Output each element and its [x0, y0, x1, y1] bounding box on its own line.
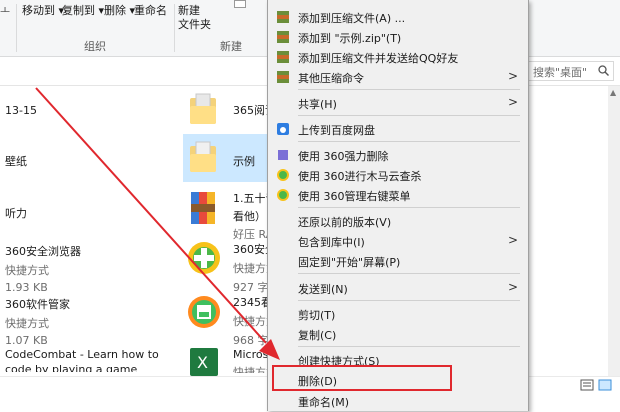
copy-to-button[interactable]: 复制到 ▾ — [62, 4, 104, 18]
menu-item-pin-start[interactable]: 固定到"开始"屏幕(P) — [268, 250, 528, 272]
menu-separator — [298, 300, 520, 301]
menu-item-copy[interactable]: 复制(C) — [268, 323, 528, 345]
menu-item-360-scan[interactable]: 使用 360进行木马云查杀 — [268, 164, 528, 186]
details-view-icon[interactable] — [580, 379, 594, 391]
context-menu: 添加到压缩文件(A) ... 添加到 "示例.zip"(T) 添加到压缩文件并发… — [267, 0, 529, 411]
list-item[interactable]: 13-15 — [5, 104, 37, 117]
large-icons-view-icon[interactable] — [598, 379, 612, 391]
new-folder-button[interactable]: 新建 文件夹 — [178, 4, 211, 32]
chevron-right-icon: > — [507, 233, 518, 247]
ribbon-divider — [16, 4, 17, 52]
menu-item-add-archive[interactable]: 添加到压缩文件(A) ... — [268, 6, 528, 28]
menu-separator — [298, 115, 520, 116]
group-new-label: 新建 — [220, 40, 242, 53]
excel-icon: X — [188, 346, 220, 376]
menu-item-share[interactable]: 共享(H) > — [268, 92, 528, 114]
archive-icon — [277, 51, 289, 63]
menu-item-other-archive[interactable]: 其他压缩命令 > — [268, 66, 528, 88]
group-organize-label: 组织 — [84, 40, 106, 53]
chevron-right-icon: > — [507, 95, 518, 109]
chevron-right-icon: > — [507, 69, 518, 83]
delete-button[interactable]: 删除 ▾ — [104, 4, 135, 18]
ribbon-fragment: ㅗ — [0, 4, 11, 17]
360-delete-icon — [278, 150, 288, 160]
list-item[interactable]: 360软件管家 快捷方式 1.07 KB — [5, 296, 70, 347]
menu-item-360-menu[interactable]: 使用 360管理右键菜单 — [268, 184, 528, 206]
archive-icon — [277, 71, 289, 83]
move-to-button[interactable]: 移动到 ▾ — [22, 4, 64, 18]
list-item[interactable]: 壁纸 — [5, 153, 27, 169]
list-item[interactable]: 360安全浏览器 快捷方式 1.93 KB — [5, 243, 81, 294]
menu-item-add-zip[interactable]: 添加到 "示例.zip"(T) — [268, 26, 528, 48]
list-item[interactable]: 听力 — [5, 205, 27, 221]
folder-icon — [188, 90, 220, 128]
menu-separator — [298, 141, 520, 142]
menu-item-include-library[interactable]: 包含到库中(I) > — [268, 230, 528, 252]
menu-item-restore-versions[interactable]: 还原以前的版本(V) — [268, 210, 528, 232]
chevron-right-icon: > — [507, 280, 518, 294]
search-input[interactable]: 搜索"桌面" — [528, 61, 614, 81]
menu-item-cut[interactable]: 剪切(T) — [268, 303, 528, 325]
360-browser-icon — [186, 240, 222, 276]
search-icon — [598, 65, 609, 76]
360-scan-icon — [277, 169, 289, 181]
list-item[interactable]: CodeCombat - Learn how to code by playin… — [5, 348, 159, 372]
svg-text:X: X — [197, 353, 208, 372]
list-item[interactable]: 示例 — [233, 153, 255, 169]
menu-separator — [298, 207, 520, 208]
highlight-box — [272, 365, 452, 391]
checkbox-icon[interactable] — [234, 0, 246, 8]
archive-icon — [277, 11, 289, 23]
menu-item-send-to[interactable]: 发送到(N) > — [268, 277, 528, 299]
vertical-scrollbar[interactable]: ▲ — [608, 86, 620, 376]
archive-icon — [277, 31, 289, 43]
menu-item-archive-send-qq[interactable]: 添加到压缩文件并发送给QQ好友 — [268, 46, 528, 68]
360-menu-icon — [277, 189, 289, 201]
menu-item-360-delete[interactable]: 使用 360强力删除 — [268, 144, 528, 166]
menu-separator — [298, 346, 520, 347]
folder-icon — [188, 138, 220, 176]
ribbon-divider — [174, 4, 175, 52]
2345-viewer-icon — [186, 294, 222, 330]
menu-separator — [298, 273, 520, 274]
menu-item-rename[interactable]: 重命名(M) — [268, 390, 528, 412]
menu-separator — [298, 89, 520, 90]
menu-item-baidu-upload[interactable]: 上传到百度网盘 — [268, 118, 528, 140]
baidu-cloud-icon — [277, 123, 289, 135]
archive-file-icon — [188, 190, 220, 226]
rename-button[interactable]: 重命名 — [134, 4, 167, 18]
scroll-up-icon[interactable]: ▲ — [610, 88, 616, 97]
